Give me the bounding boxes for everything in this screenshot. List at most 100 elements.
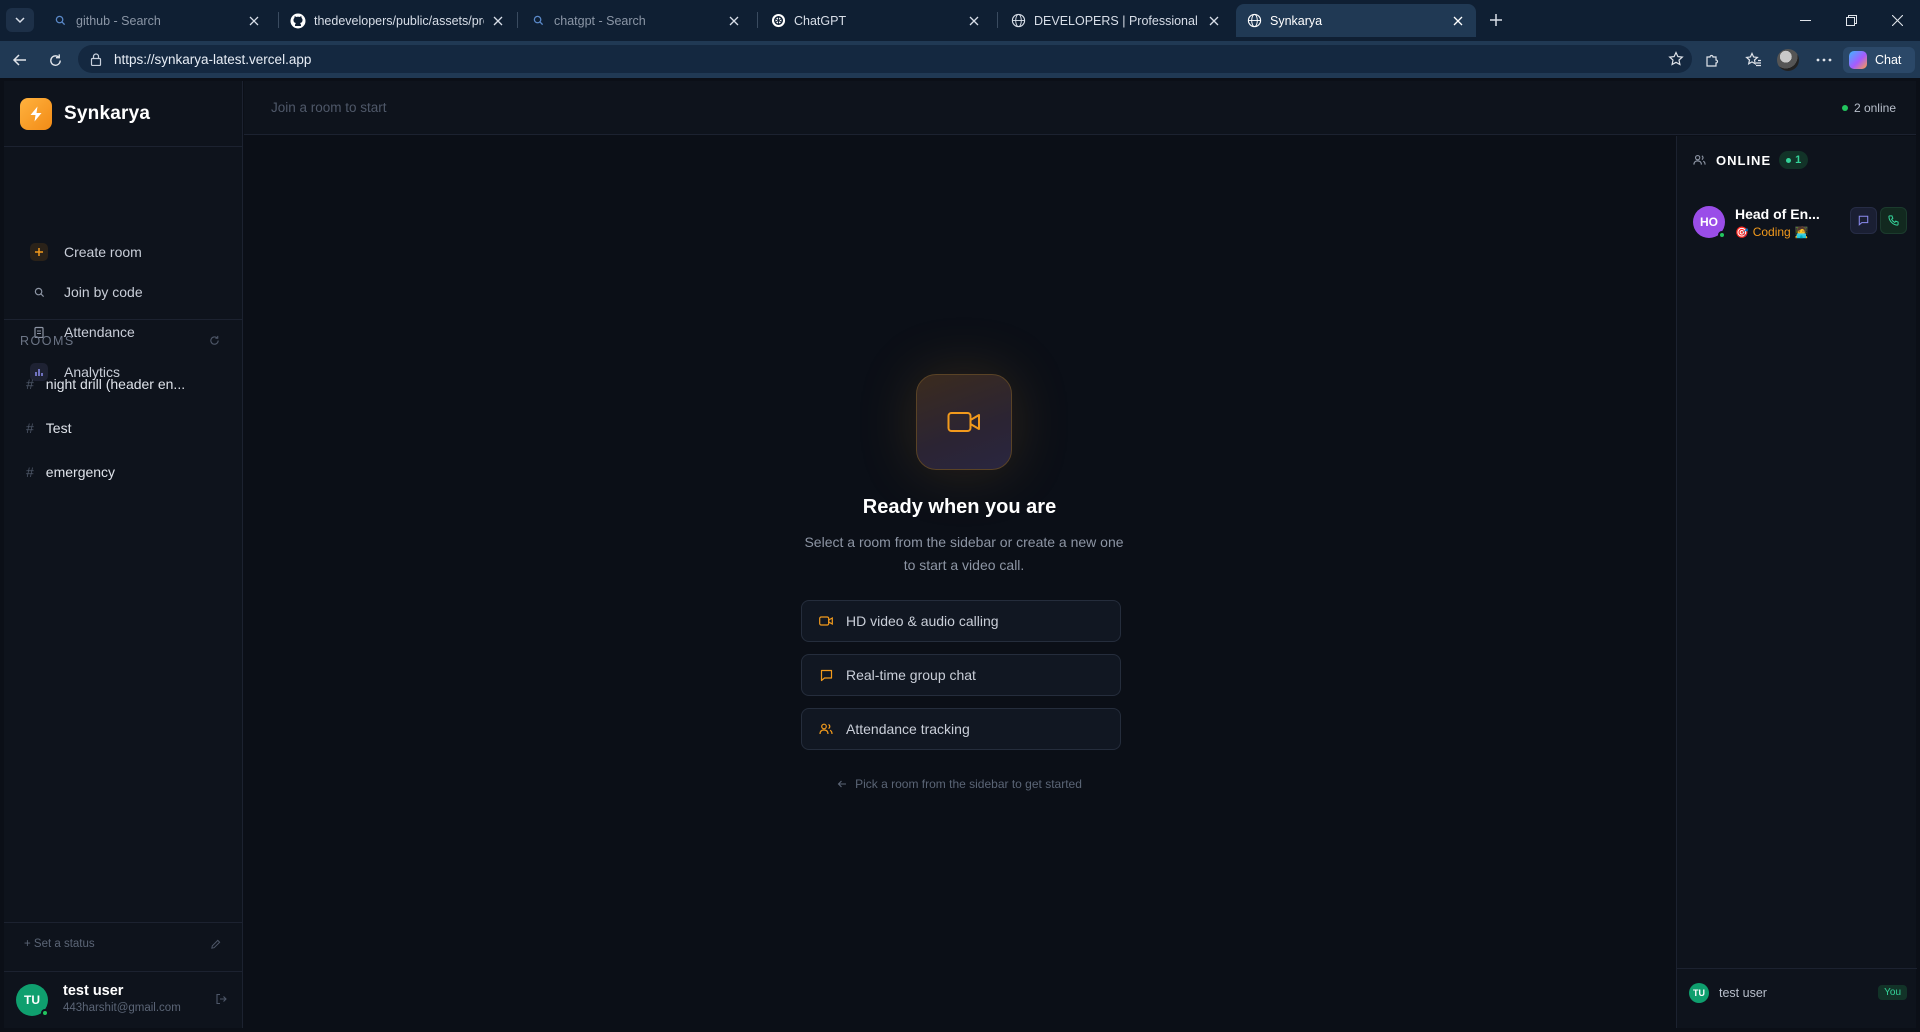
- more-horizontal-icon: [1816, 58, 1832, 62]
- pick-hint-text: Pick a room from the sidebar to get star…: [855, 777, 1082, 791]
- tab-separator: [757, 12, 758, 28]
- close-window-button[interactable]: [1874, 0, 1920, 40]
- browser-tab-bar: github - Search thedevelopers/public/ass…: [0, 0, 1920, 41]
- hash-icon: #: [26, 420, 34, 436]
- refresh-icon: [210, 335, 219, 345]
- video-camera-icon: [916, 374, 1012, 470]
- address-bar[interactable]: https://synkarya-latest.vercel.app: [78, 45, 1692, 73]
- close-icon[interactable]: [966, 13, 982, 29]
- logout-icon: [216, 993, 227, 1005]
- online-indicator: [41, 1009, 49, 1017]
- current-user: TU test user 443harshit@gmail.com: [16, 980, 236, 1020]
- tab-separator: [278, 12, 279, 28]
- set-status-button[interactable]: + Set a status: [24, 938, 229, 950]
- call-member-button[interactable]: [1880, 207, 1907, 234]
- online-panel: ONLINE 1 HO Head of En... 🎯 Coding 🧑‍💻: [1676, 136, 1917, 1028]
- room-header: Join a room to start 2 online: [244, 81, 1916, 135]
- divider: [1677, 968, 1917, 969]
- online-panel-header: ONLINE 1: [1693, 151, 1809, 169]
- avatar: TU: [16, 984, 49, 1017]
- room-header-hint: Join a room to start: [271, 100, 387, 115]
- browser-tab-chatgpt[interactable]: ChatGPT: [760, 4, 992, 37]
- users-icon: [1693, 154, 1706, 165]
- chatgpt-icon: [770, 13, 786, 29]
- avatar: HO: [1693, 206, 1726, 239]
- settings-and-more-button[interactable]: [1810, 47, 1838, 73]
- divider: [4, 146, 243, 147]
- online-self: TU test user You: [1689, 981, 1909, 1005]
- divider: [4, 971, 243, 972]
- rooms-section-title: ROOMS: [20, 334, 75, 348]
- tab-separator: [517, 12, 518, 28]
- profile-avatar: [1777, 49, 1799, 71]
- lightning-icon: [20, 98, 52, 130]
- search-icon: [530, 13, 546, 29]
- browser-tab-github-assets[interactable]: thedevelopers/public/assets/previ: [280, 4, 516, 37]
- main-content: Ready when you are Select a room from th…: [244, 136, 1675, 1028]
- profile-button[interactable]: [1774, 47, 1802, 73]
- close-icon[interactable]: [246, 13, 262, 29]
- copilot-chat-button[interactable]: Chat: [1843, 47, 1915, 73]
- join-by-code-button[interactable]: Join by code: [24, 276, 224, 308]
- member-status-text: Coding: [1752, 225, 1791, 239]
- edit-status-button[interactable]: [210, 939, 221, 950]
- browser-tab-chatgpt-search[interactable]: chatgpt - Search: [520, 4, 752, 37]
- member-name: Head of En...: [1735, 206, 1820, 222]
- arrow-left-icon: [12, 54, 26, 66]
- arrow-left-icon: [837, 780, 847, 788]
- back-button[interactable]: [6, 47, 34, 73]
- user-name: test user: [63, 983, 124, 999]
- site-info-icon[interactable]: [88, 51, 104, 67]
- minimize-icon: [1799, 19, 1811, 21]
- close-icon[interactable]: [1206, 13, 1222, 29]
- copilot-icon: [1849, 51, 1867, 69]
- chat-icon: [1858, 215, 1869, 226]
- avatar: TU: [1689, 983, 1709, 1003]
- self-name: test user: [1719, 986, 1767, 1000]
- message-member-button[interactable]: [1850, 207, 1877, 234]
- room-name: emergency: [45, 464, 116, 480]
- room-item[interactable]: # night drill (header en...: [26, 369, 226, 399]
- empty-state-subtitle: Select a room from the sidebar or create…: [804, 534, 1124, 573]
- online-dot-icon: [1786, 157, 1792, 163]
- create-room-button[interactable]: Create room: [24, 236, 224, 268]
- globe-icon: [1246, 13, 1262, 29]
- online-member[interactable]: HO Head of En... 🎯 Coding 🧑‍💻: [1693, 202, 1907, 242]
- plus-icon: [30, 243, 48, 261]
- github-icon: [290, 13, 306, 29]
- close-icon[interactable]: [1450, 13, 1466, 29]
- status-emoji: 🧑‍💻: [1794, 226, 1809, 239]
- tab-actions-menu-button[interactable]: [6, 8, 34, 32]
- close-icon[interactable]: [726, 13, 742, 29]
- room-item[interactable]: # Test: [26, 413, 226, 443]
- feature-card: HD video & audio calling: [801, 600, 1121, 642]
- favorite-star-icon[interactable]: [1668, 51, 1684, 67]
- close-icon[interactable]: [490, 13, 506, 29]
- browser-tab-developers[interactable]: DEVELOPERS | Professional Web &: [1000, 4, 1232, 37]
- online-count: 2 online: [1841, 101, 1896, 115]
- refresh-button[interactable]: [41, 47, 69, 73]
- video-icon: [818, 613, 834, 629]
- new-tab-button[interactable]: [1484, 8, 1508, 32]
- room-item[interactable]: # emergency: [26, 457, 226, 487]
- restore-window-button[interactable]: [1828, 0, 1874, 40]
- search-icon: [52, 13, 68, 29]
- extensions-button[interactable]: [1698, 47, 1726, 73]
- chat-icon: [818, 667, 834, 683]
- minimize-window-button[interactable]: [1782, 0, 1828, 40]
- browser-tab-github-search[interactable]: github - Search: [42, 4, 272, 37]
- favorites-button[interactable]: [1739, 47, 1767, 73]
- logout-button[interactable]: [215, 993, 227, 1005]
- phone-icon: [1888, 215, 1899, 226]
- refresh-rooms-button[interactable]: [209, 335, 220, 346]
- tab-title: DEVELOPERS | Professional Web &: [1034, 13, 1200, 28]
- brand: Synkarya: [20, 97, 150, 131]
- online-indicator: [1718, 231, 1726, 239]
- nav-label: Join by code: [64, 284, 143, 300]
- sidebar: Synkarya Create room Join by code Attend…: [4, 81, 243, 1028]
- browser-tab-synkarya[interactable]: Synkarya: [1236, 4, 1476, 37]
- globe-icon: [1010, 13, 1026, 29]
- empty-state-title: Ready when you are: [862, 496, 1057, 518]
- url-text: https://synkarya-latest.vercel.app: [114, 51, 312, 67]
- nav-label: Create room: [64, 244, 142, 260]
